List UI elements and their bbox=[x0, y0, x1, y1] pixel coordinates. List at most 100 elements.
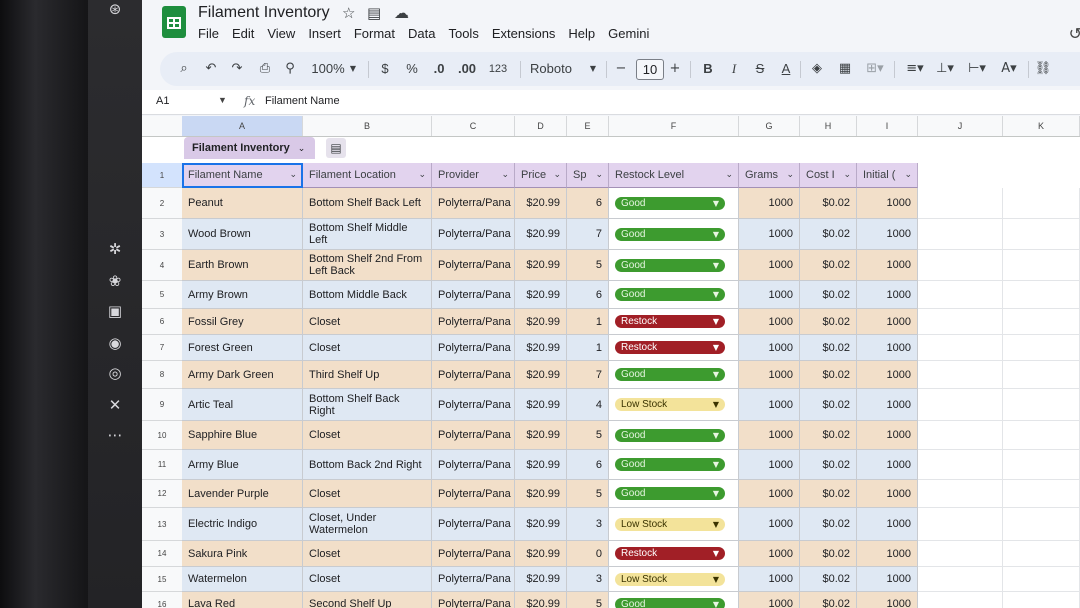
grams-cell[interactable]: 1000 bbox=[739, 567, 800, 592]
status-chip[interactable]: Restock ▼ bbox=[615, 547, 725, 560]
filament-location-cell[interactable]: Closet bbox=[303, 421, 432, 450]
column-filter-chevron-icon[interactable]: ⌄ bbox=[904, 163, 912, 187]
restock-level-cell[interactable]: Good ▼ bbox=[609, 450, 739, 480]
status-chip[interactable]: Good ▼ bbox=[615, 368, 725, 381]
restock-level-cell[interactable]: Good ▼ bbox=[609, 250, 739, 281]
price-cell[interactable]: $20.99 bbox=[515, 421, 567, 450]
status-chip[interactable]: Good ▼ bbox=[615, 487, 725, 500]
price-cell[interactable]: $20.99 bbox=[515, 567, 567, 592]
empty-cell-j[interactable] bbox=[918, 567, 1003, 592]
provider-cell[interactable]: Polyterra/Pana bbox=[432, 508, 515, 541]
grams-cell[interactable]: 1000 bbox=[739, 188, 800, 219]
spools-cell[interactable]: 4 bbox=[567, 389, 609, 421]
chip-dropdown-icon[interactable]: ▼ bbox=[713, 573, 719, 586]
grams-cell[interactable]: 1000 bbox=[739, 389, 800, 421]
status-chip[interactable]: Low Stock ▼ bbox=[615, 572, 725, 586]
column-header-b[interactable]: B bbox=[303, 116, 432, 136]
price-cell[interactable]: $20.99 bbox=[515, 592, 567, 608]
grams-cell[interactable]: 1000 bbox=[739, 508, 800, 541]
menu-extensions[interactable]: Extensions bbox=[492, 26, 556, 41]
empty-cell-k[interactable] bbox=[1003, 309, 1080, 335]
price-cell[interactable]: $20.99 bbox=[515, 541, 567, 567]
column-filter-chevron-icon[interactable]: ⌄ bbox=[786, 163, 794, 187]
empty-cell-j[interactable] bbox=[918, 219, 1003, 250]
filament-name-cell[interactable]: Lavender Purple bbox=[182, 480, 303, 508]
menu-format[interactable]: Format bbox=[354, 26, 395, 41]
provider-cell[interactable]: Polyterra/Pana bbox=[432, 421, 515, 450]
filament-name-cell[interactable]: Army Blue bbox=[182, 450, 303, 480]
column-header-j[interactable]: J bbox=[918, 116, 1003, 136]
cost-cell[interactable]: $0.02 bbox=[800, 541, 857, 567]
filament-name-cell[interactable]: Electric Indigo bbox=[182, 508, 303, 541]
provider-cell[interactable]: Polyterra/Pana bbox=[432, 309, 515, 335]
chip-dropdown-icon[interactable]: ▼ bbox=[713, 368, 719, 381]
provider-cell[interactable]: Polyterra/Pana bbox=[432, 450, 515, 480]
menu-tools[interactable]: Tools bbox=[448, 26, 478, 41]
spools-cell[interactable]: 7 bbox=[567, 361, 609, 389]
filament-location-cell[interactable]: Bottom Middle Back bbox=[303, 281, 432, 309]
initial-cell[interactable]: 1000 bbox=[857, 421, 918, 450]
cost-cell[interactable]: $0.02 bbox=[800, 188, 857, 219]
grams-cell[interactable]: 1000 bbox=[739, 361, 800, 389]
document-title[interactable]: Filament Inventory bbox=[198, 4, 330, 22]
column-header-c[interactable]: C bbox=[432, 116, 515, 136]
price-cell[interactable]: $20.99 bbox=[515, 309, 567, 335]
provider-cell[interactable]: Polyterra/Pana bbox=[432, 250, 515, 281]
spools-cell[interactable]: 0 bbox=[567, 541, 609, 567]
empty-cell-j[interactable] bbox=[918, 281, 1003, 309]
grams-cell[interactable]: 1000 bbox=[739, 480, 800, 508]
cost-cell[interactable]: $0.02 bbox=[800, 389, 857, 421]
empty-cell-j[interactable] bbox=[918, 250, 1003, 281]
initial-cell[interactable]: 1000 bbox=[857, 480, 918, 508]
spools-cell[interactable]: 7 bbox=[567, 219, 609, 250]
table-header-cell[interactable]: Grams ⌄ bbox=[739, 163, 800, 188]
chip-dropdown-icon[interactable]: ▼ bbox=[713, 398, 719, 411]
italic-button[interactable]: I bbox=[726, 52, 742, 86]
column-filter-chevron-icon[interactable]: ⌄ bbox=[501, 163, 509, 187]
cost-cell[interactable]: $0.02 bbox=[800, 421, 857, 450]
filament-location-cell[interactable]: Bottom Shelf Back Left bbox=[303, 188, 432, 219]
filament-name-cell[interactable]: Lava Red bbox=[182, 592, 303, 608]
increase-decimal-button[interactable]: .00 bbox=[456, 52, 478, 86]
column-header-f[interactable]: F bbox=[609, 116, 739, 136]
provider-cell[interactable]: Polyterra/Pana bbox=[432, 335, 515, 361]
status-chip[interactable]: Low Stock ▼ bbox=[615, 398, 725, 411]
grams-cell[interactable]: 1000 bbox=[739, 281, 800, 309]
filament-location-cell[interactable]: Bottom Shelf 2nd From Left Back bbox=[303, 250, 432, 281]
initial-cell[interactable]: 1000 bbox=[857, 541, 918, 567]
empty-cell-j[interactable] bbox=[918, 389, 1003, 421]
row-number[interactable]: 9 bbox=[142, 389, 182, 421]
row-number[interactable]: 16 bbox=[142, 592, 182, 608]
filament-location-cell[interactable]: Bottom Shelf Back Right bbox=[303, 389, 432, 421]
filament-location-cell[interactable]: Closet bbox=[303, 541, 432, 567]
chip-dropdown-icon[interactable]: ▼ bbox=[713, 341, 719, 354]
empty-cell-j[interactable] bbox=[918, 541, 1003, 567]
chip-dropdown-icon[interactable]: ▼ bbox=[713, 598, 719, 608]
provider-cell[interactable]: Polyterra/Pana bbox=[432, 389, 515, 421]
restock-level-cell[interactable]: Low Stock ▼ bbox=[609, 389, 739, 421]
menu-edit[interactable]: Edit bbox=[232, 26, 254, 41]
spools-cell[interactable]: 5 bbox=[567, 421, 609, 450]
chip-dropdown-icon[interactable]: ▼ bbox=[713, 259, 719, 272]
cost-cell[interactable]: $0.02 bbox=[800, 508, 857, 541]
status-chip[interactable]: Good ▼ bbox=[615, 458, 725, 471]
initial-cell[interactable]: 1000 bbox=[857, 389, 918, 421]
chevron-down-icon[interactable]: ⌄ bbox=[298, 144, 306, 154]
font-size-input[interactable]: 10 bbox=[636, 59, 664, 80]
empty-cell-k[interactable] bbox=[1003, 508, 1080, 541]
sidebar-messenger-icon[interactable]: ◉ bbox=[106, 334, 124, 352]
restock-level-cell[interactable]: Restock ▼ bbox=[609, 309, 739, 335]
provider-cell[interactable]: Polyterra/Pana bbox=[432, 188, 515, 219]
redo-icon[interactable]: ↷ bbox=[228, 52, 246, 86]
paint-format-icon[interactable]: ⚲ bbox=[280, 52, 300, 86]
row-number[interactable]: 4 bbox=[142, 250, 182, 281]
sidebar-app-icon[interactable]: ⊛ bbox=[106, 0, 124, 18]
row-number[interactable]: 1 bbox=[142, 163, 182, 188]
text-rotation-icon[interactable]: A▾ bbox=[996, 52, 1022, 86]
filament-location-cell[interactable]: Closet bbox=[303, 480, 432, 508]
price-cell[interactable]: $20.99 bbox=[515, 335, 567, 361]
menu-data[interactable]: Data bbox=[408, 26, 435, 41]
undo-icon[interactable]: ↶ bbox=[202, 52, 220, 86]
font-size-decrease-button[interactable]: − bbox=[614, 52, 628, 86]
cost-cell[interactable]: $0.02 bbox=[800, 567, 857, 592]
